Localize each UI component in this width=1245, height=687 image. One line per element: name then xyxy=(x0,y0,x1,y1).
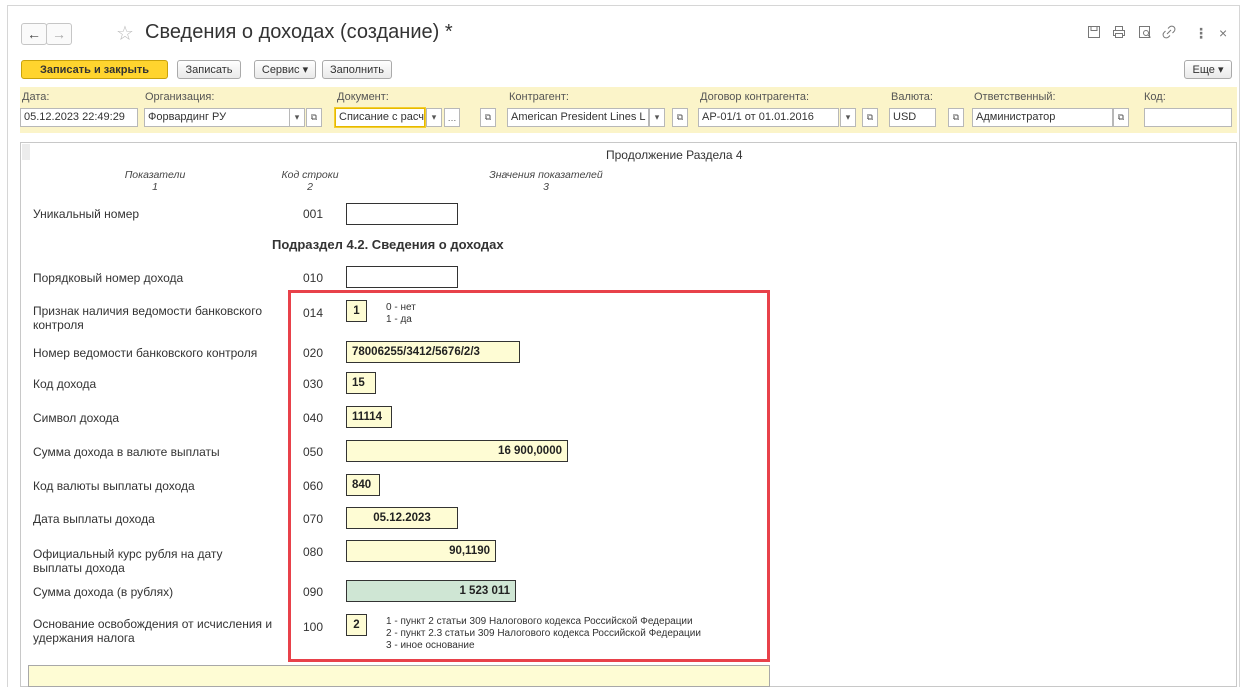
document-select-icon[interactable]: … xyxy=(444,108,460,127)
service-menu-button[interactable]: Сервис ▾ xyxy=(254,60,316,79)
income-code-label: Код дохода xyxy=(33,377,97,391)
contract-field[interactable]: AP-01/1 от 01.01.2016 xyxy=(698,108,839,127)
document-label: Документ: xyxy=(337,91,389,103)
income-symbol-label: Символ дохода xyxy=(33,411,120,425)
organization-label: Организация: xyxy=(145,91,215,103)
contract-label: Договор контрагента: xyxy=(700,91,810,103)
document-field[interactable]: Списание с расч xyxy=(335,108,425,127)
favorite-star-icon[interactable]: ☆ xyxy=(116,21,134,46)
responsible-open-icon[interactable]: ⧉ xyxy=(1113,108,1129,127)
highlight-frame xyxy=(288,290,770,662)
counterparty-open-icon[interactable]: ⧉ xyxy=(672,108,688,127)
col2-title: Код строки xyxy=(281,169,339,181)
ruble-rate-label: Официальный курс рубля на дату выплаты д… xyxy=(33,547,223,575)
col1-title: Показатели xyxy=(124,169,186,181)
col3-title: Значения показателей xyxy=(489,169,603,181)
bottom-input-strip[interactable] xyxy=(28,665,770,687)
currency-field[interactable]: USD xyxy=(889,108,936,127)
contract-open-icon[interactable]: ⧉ xyxy=(862,108,878,127)
contract-dropdown-icon[interactable]: ▾ xyxy=(840,108,856,127)
save-button[interactable]: Записать xyxy=(177,60,241,79)
pay-date-label: Дата выплаты дохода xyxy=(33,512,155,526)
counterparty-field[interactable]: American President Lines L xyxy=(507,108,649,127)
order-number-code: 010 xyxy=(303,271,324,285)
save-and-close-button[interactable]: Записать и закрыть xyxy=(21,60,168,79)
unique-number-field[interactable] xyxy=(346,203,458,225)
preview-icon[interactable] xyxy=(1138,25,1152,42)
unique-number-label: Уникальный номер xyxy=(33,207,140,221)
currency-code-label: Код валюты выплаты дохода xyxy=(33,479,195,493)
forward-button[interactable]: → xyxy=(46,23,72,45)
date-label: Дата: xyxy=(22,91,50,103)
responsible-field[interactable]: Администратор xyxy=(972,108,1113,127)
back-button[interactable]: ← xyxy=(21,23,47,45)
bank-control-sign-label: Признак наличия ведомости банковского ко… xyxy=(33,304,263,332)
page-title: Сведения о доходах (создание) * xyxy=(145,21,453,43)
col3-num: 3 xyxy=(543,181,549,193)
currency-open-icon[interactable]: ⧉ xyxy=(948,108,964,127)
order-number-field[interactable] xyxy=(346,266,458,288)
counterparty-label: Контрагент: xyxy=(509,91,569,103)
responsible-label: Ответственный: xyxy=(974,91,1056,103)
print-icon[interactable] xyxy=(1112,25,1126,42)
counterparty-dropdown-icon[interactable]: ▾ xyxy=(649,108,665,127)
organization-open-icon[interactable]: ⧉ xyxy=(306,108,322,127)
income-sum-currency-label: Сумма дохода в валюте выплаты xyxy=(33,445,220,459)
bank-control-number-label: Номер ведомости банковского контроля xyxy=(33,346,258,360)
unique-number-code: 001 xyxy=(303,207,324,221)
panel-corner-mark xyxy=(22,144,30,160)
more-vert-icon[interactable]: ⋮ xyxy=(1194,25,1208,42)
more-menu-button[interactable]: Еще ▾ xyxy=(1184,60,1232,79)
close-icon[interactable]: × xyxy=(1219,25,1227,41)
subsection-title: Подраздел 4.2. Сведения о доходах xyxy=(272,237,504,252)
organization-field[interactable]: Форвардинг РУ xyxy=(144,108,290,127)
col2-num: 2 xyxy=(307,181,313,193)
tax-exempt-basis-label: Основание освобождения от исчисления и у… xyxy=(33,617,273,645)
document-dropdown-icon[interactable]: ▾ xyxy=(426,108,442,127)
save-icon[interactable] xyxy=(1087,25,1101,42)
order-number-label: Порядковый номер дохода xyxy=(33,271,184,285)
date-field[interactable]: 05.12.2023 22:49:29 xyxy=(20,108,138,127)
section-title: Продолжение Раздела 4 xyxy=(606,148,743,162)
code-label: Код: xyxy=(1144,91,1166,103)
col1-num: 1 xyxy=(152,181,158,193)
document-open-icon[interactable]: ⧉ xyxy=(480,108,496,127)
currency-label: Валюта: xyxy=(891,91,933,103)
organization-dropdown-icon[interactable]: ▾ xyxy=(289,108,305,127)
fill-button[interactable]: Заполнить xyxy=(322,60,392,79)
code-field[interactable] xyxy=(1144,108,1232,127)
sum-rubles-label: Сумма дохода (в рублях) xyxy=(33,585,174,599)
link-icon[interactable] xyxy=(1162,25,1176,42)
